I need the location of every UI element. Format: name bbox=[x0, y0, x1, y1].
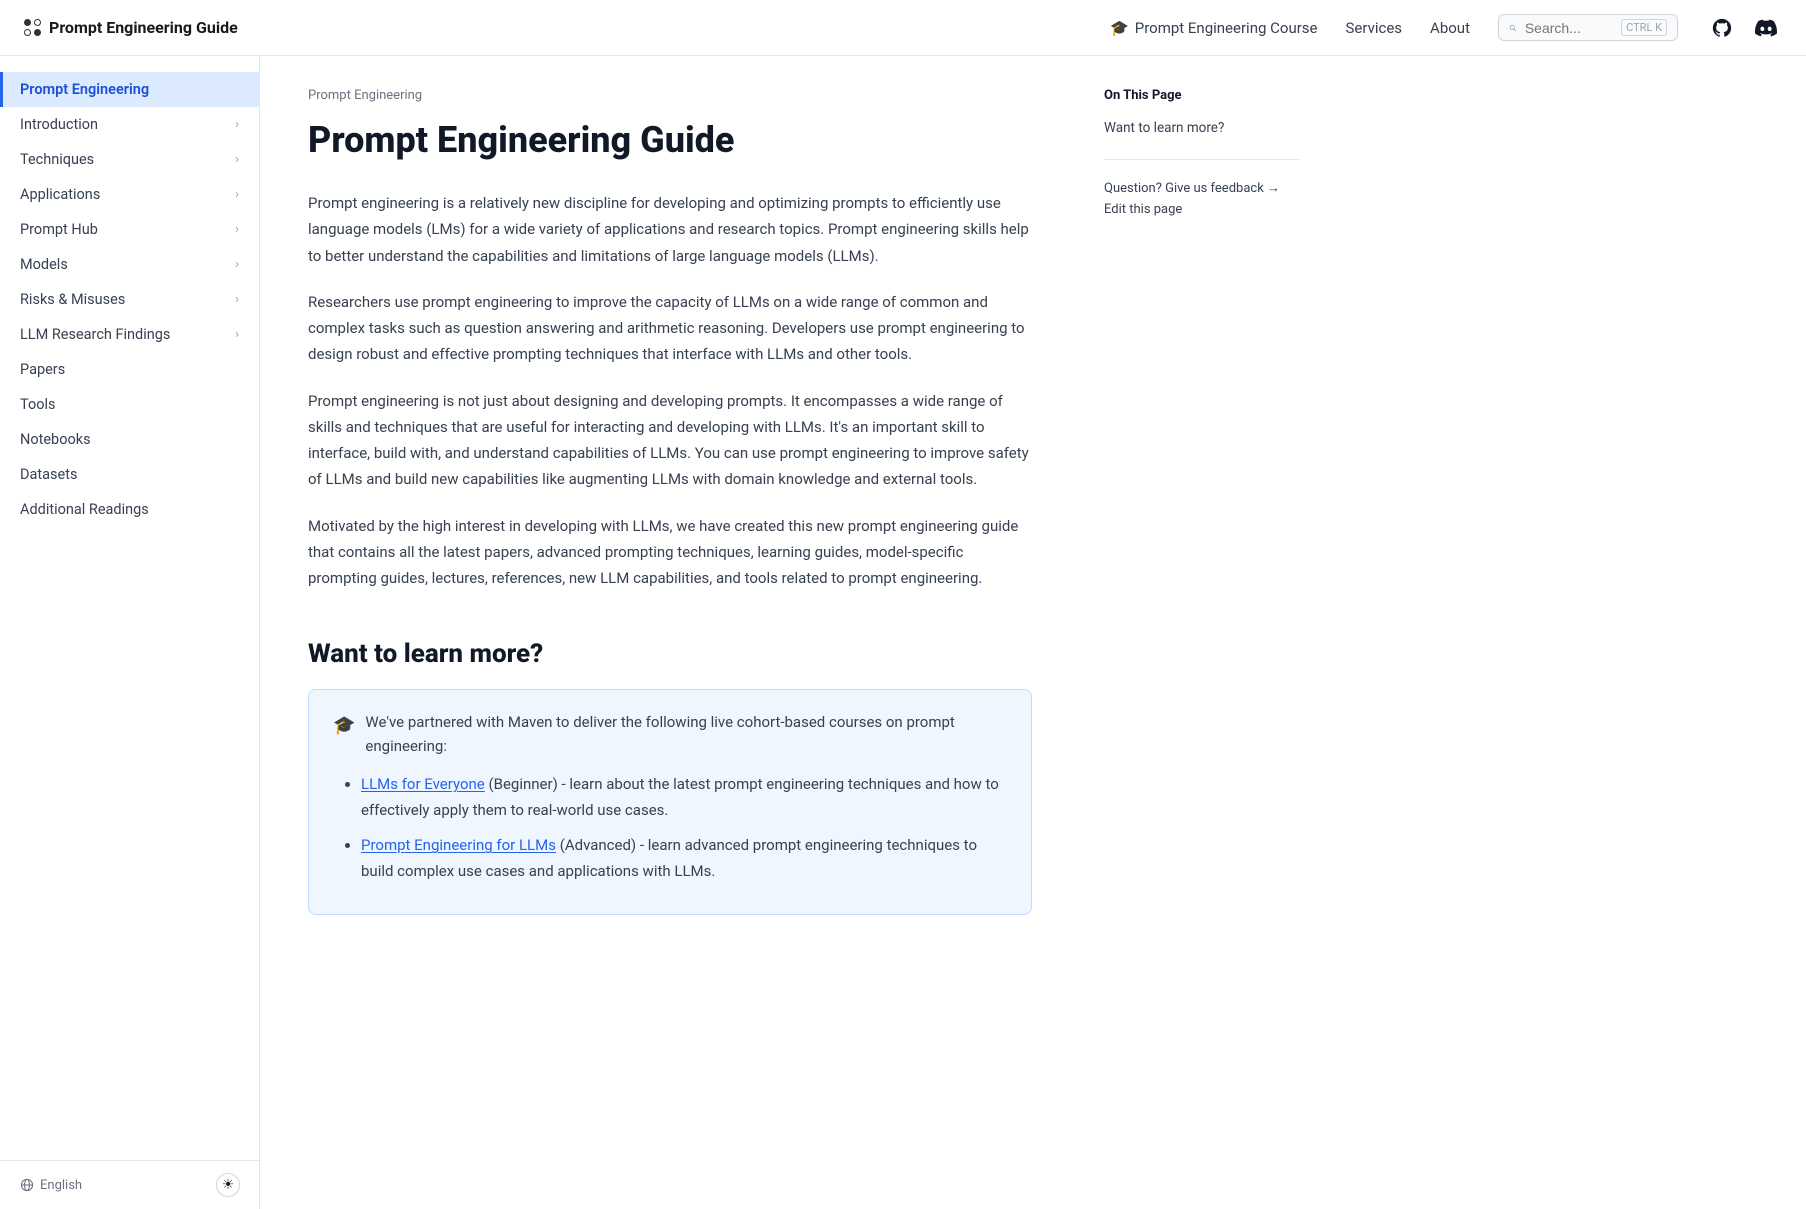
sidebar-footer: English ☀ bbox=[0, 1160, 260, 1209]
nav-center: 🎓 Prompt Engineering Course Services Abo… bbox=[270, 12, 1782, 44]
sidebar-item-llm-research[interactable]: LLM Research Findings › bbox=[0, 317, 259, 352]
toc-title: On This Page bbox=[1104, 88, 1300, 103]
theme-toggle[interactable]: ☀ bbox=[216, 1173, 240, 1197]
sidebar-item-label: LLM Research Findings bbox=[20, 326, 170, 343]
sidebar-item-applications[interactable]: Applications › bbox=[0, 177, 259, 212]
sidebar-item-notebooks[interactable]: Notebooks bbox=[0, 422, 259, 457]
logo-text: Prompt Engineering Guide bbox=[49, 18, 238, 37]
language-selector[interactable]: English bbox=[20, 1178, 82, 1193]
content-paragraph-3: Motivated by the high interest in develo… bbox=[308, 513, 1032, 592]
sidebar-item-label: Tools bbox=[20, 396, 56, 413]
globe-icon bbox=[20, 1178, 34, 1192]
language-label: English bbox=[40, 1178, 82, 1193]
sidebar-item-label: Papers bbox=[20, 361, 65, 378]
edit-page-link[interactable]: Edit this page bbox=[1104, 202, 1300, 217]
nav-course-link[interactable]: 🎓 Prompt Engineering Course bbox=[1110, 19, 1317, 37]
search-input[interactable] bbox=[1525, 20, 1613, 36]
content-paragraph-1: Researchers use prompt engineering to im… bbox=[308, 289, 1032, 368]
section-heading: Want to learn more? bbox=[308, 639, 1032, 669]
search-box[interactable]: CTRL K bbox=[1498, 14, 1678, 41]
sidebar-item-techniques[interactable]: Techniques › bbox=[0, 142, 259, 177]
logo[interactable]: Prompt Engineering Guide bbox=[24, 18, 238, 37]
sidebar-item-label: Datasets bbox=[20, 466, 77, 483]
page-title: Prompt Engineering Guide bbox=[308, 119, 1032, 162]
chevron-right-icon: › bbox=[235, 222, 239, 237]
toc-link-0[interactable]: Want to learn more? bbox=[1104, 117, 1300, 139]
callout-link-0[interactable]: LLMs for Everyone bbox=[361, 775, 485, 793]
content-body: Prompt engineering is a relatively new d… bbox=[308, 190, 1032, 591]
sidebar-item-models[interactable]: Models › bbox=[0, 247, 259, 282]
search-kbd: CTRL K bbox=[1621, 19, 1667, 36]
toc-divider bbox=[1104, 159, 1300, 160]
chevron-right-icon: › bbox=[235, 257, 239, 272]
nav-services-link[interactable]: Services bbox=[1346, 19, 1403, 37]
callout-header: 🎓 We've partnered with Maven to deliver … bbox=[333, 710, 1007, 758]
sidebar-item-papers[interactable]: Papers bbox=[0, 352, 259, 387]
content-paragraph-2: Prompt engineering is not just about des… bbox=[308, 388, 1032, 493]
layout: Prompt EngineeringIntroduction›Technique… bbox=[0, 56, 1806, 1209]
sidebar-item-prompt-engineering[interactable]: Prompt Engineering bbox=[0, 72, 259, 107]
sidebar-item-risks-misuses[interactable]: Risks & Misuses › bbox=[0, 282, 259, 317]
discord-icon[interactable] bbox=[1750, 12, 1782, 44]
content-paragraph-0: Prompt engineering is a relatively new d… bbox=[308, 190, 1032, 269]
logo-icon bbox=[24, 19, 41, 36]
chevron-right-icon: › bbox=[235, 327, 239, 342]
sidebar-item-label: Applications bbox=[20, 186, 100, 203]
sidebar-item-label: Models bbox=[20, 256, 68, 273]
sidebar-item-introduction[interactable]: Introduction › bbox=[0, 107, 259, 142]
sidebar-item-label: Techniques bbox=[20, 151, 94, 168]
chevron-right-icon: › bbox=[235, 152, 239, 167]
callout-link-1[interactable]: Prompt Engineering for LLMs bbox=[361, 836, 556, 854]
main-content: Prompt Engineering Prompt Engineering Gu… bbox=[260, 56, 1080, 1209]
chevron-right-icon: › bbox=[235, 187, 239, 202]
callout-icon: 🎓 bbox=[333, 712, 355, 741]
github-icon[interactable] bbox=[1706, 12, 1738, 44]
sidebar-item-additional-readings[interactable]: Additional Readings bbox=[0, 492, 259, 527]
nav-icons bbox=[1706, 12, 1782, 44]
nav-about-link[interactable]: About bbox=[1430, 19, 1470, 37]
sidebar-item-label: Prompt Hub bbox=[20, 221, 98, 238]
breadcrumb: Prompt Engineering bbox=[308, 88, 1032, 103]
sidebar-item-label: Prompt Engineering bbox=[20, 81, 149, 98]
toc-panel: On This Page Want to learn more? Questio… bbox=[1080, 56, 1320, 1209]
sidebar-item-tools[interactable]: Tools bbox=[0, 387, 259, 422]
sidebar: Prompt EngineeringIntroduction›Technique… bbox=[0, 56, 260, 1209]
sidebar-item-datasets[interactable]: Datasets bbox=[0, 457, 259, 492]
sidebar-item-label: Risks & Misuses bbox=[20, 291, 125, 308]
sidebar-item-label: Introduction bbox=[20, 116, 98, 133]
search-icon bbox=[1509, 21, 1517, 35]
feedback-link[interactable]: Question? Give us feedback → bbox=[1104, 181, 1280, 196]
course-label: Prompt Engineering Course bbox=[1135, 19, 1318, 37]
course-icon: 🎓 bbox=[1110, 19, 1129, 37]
callout-list-item-1: Prompt Engineering for LLMs (Advanced) -… bbox=[361, 833, 1007, 884]
callout-list-item-0: LLMs for Everyone (Beginner) - learn abo… bbox=[361, 772, 1007, 823]
sidebar-item-label: Additional Readings bbox=[20, 501, 149, 518]
callout-intro: We've partnered with Maven to deliver th… bbox=[365, 710, 1007, 758]
chevron-right-icon: › bbox=[235, 292, 239, 307]
sidebar-item-prompt-hub[interactable]: Prompt Hub › bbox=[0, 212, 259, 247]
callout-box: 🎓 We've partnered with Maven to deliver … bbox=[308, 689, 1032, 915]
top-nav: Prompt Engineering Guide 🎓 Prompt Engine… bbox=[0, 0, 1806, 56]
callout-list: LLMs for Everyone (Beginner) - learn abo… bbox=[333, 772, 1007, 884]
sidebar-item-label: Notebooks bbox=[20, 431, 91, 448]
chevron-right-icon: › bbox=[235, 117, 239, 132]
toc-feedback: Question? Give us feedback → Edit this p… bbox=[1104, 180, 1300, 217]
